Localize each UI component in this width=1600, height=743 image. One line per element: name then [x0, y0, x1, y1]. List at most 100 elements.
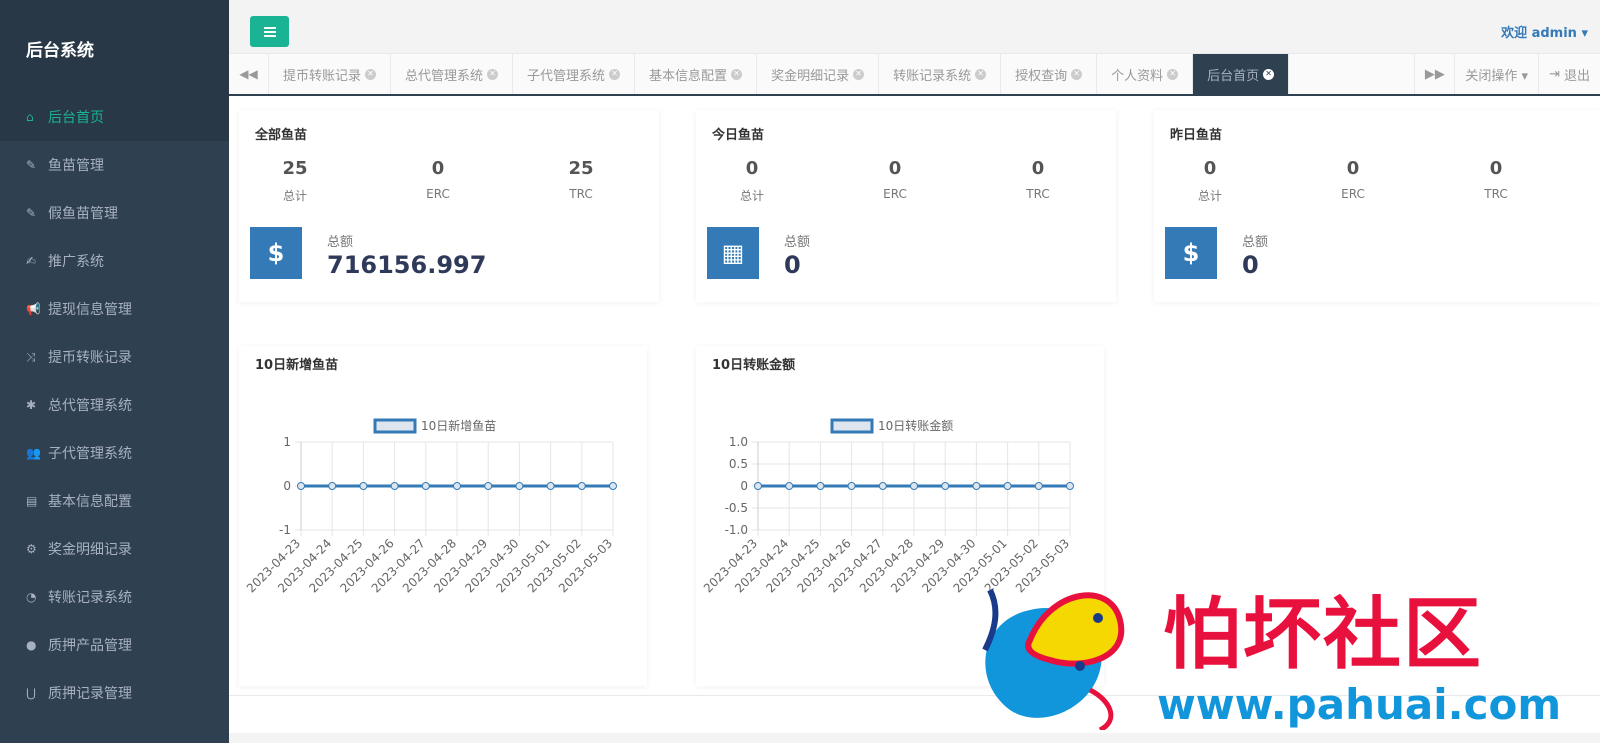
- close-icon[interactable]: ✕: [365, 68, 377, 80]
- close-icon[interactable]: ✕: [1263, 68, 1275, 80]
- watermark-url: www.pahuai.com: [1157, 680, 1562, 729]
- close-icon[interactable]: ✕: [1071, 68, 1083, 80]
- logout-button[interactable]: ⇥ 退出: [1538, 54, 1600, 94]
- line-chart-new: 10日新增鱼苗10-12023-04-232023-04-242023-04-2…: [244, 418, 617, 595]
- sidebar-item[interactable]: ◔ 转账记录系统: [0, 573, 229, 621]
- close-icon[interactable]: ✕: [487, 68, 499, 80]
- sidebar-item-label: 质押记录管理: [48, 686, 132, 702]
- sidebar-item-label: 奖金明细记录: [48, 542, 132, 558]
- users-icon: 👥: [26, 446, 41, 460]
- sidebar-item[interactable]: ✍ 推广系统: [0, 237, 229, 285]
- data-point: [1003, 482, 1012, 490]
- chart-panel-new: 10日新增鱼苗 10日新增鱼苗 1 0 -1 2023-04-23 2023-04-24 2…: [239, 346, 647, 686]
- tab[interactable]: 总代管理系统 ✕: [391, 54, 514, 94]
- tab-list: 提币转账记录 ✕ 总代管理系统 ✕ 子代管理系统 ✕ 基本信息配置 ✕ 奖金明细记录 ✕ 转账记录系…: [269, 54, 1290, 94]
- tab-scroll-right-button[interactable]: ▶▶: [1414, 54, 1454, 94]
- archive-icon: ▦: [707, 227, 759, 279]
- sidebar-item[interactable]: ⚙ 奖金明细记录: [0, 525, 229, 573]
- sidebar-item[interactable]: ✱ 总代管理系统: [0, 381, 229, 429]
- sidebar-item[interactable]: ▤ 基本信息配置: [0, 477, 229, 525]
- bullhorn-icon: 📢: [26, 302, 41, 316]
- wrench-icon: ✎: [26, 206, 37, 220]
- user-dropdown[interactable]: 欢迎 admin ▾: [1501, 22, 1588, 41]
- data-point: [609, 482, 617, 490]
- bars-icon: [263, 26, 276, 37]
- sidebar-item[interactable]: ● 质押产品管理: [0, 621, 229, 669]
- close-icon[interactable]: ✕: [609, 68, 621, 80]
- sidebar-item[interactable]: ✎ 鱼苗管理: [0, 141, 229, 189]
- data-point: [421, 482, 430, 490]
- tab-label: 个人资料: [1111, 68, 1164, 84]
- amount-label: 总额: [1242, 235, 1269, 250]
- amount-value: 0: [784, 251, 801, 279]
- y-tick-label: 1: [283, 435, 291, 449]
- legend-label: 10日新增鱼苗: [421, 418, 496, 433]
- sidebar-item[interactable]: ⌂ 后台首页: [0, 93, 229, 141]
- tab-scroll-left-button[interactable]: ◀◀: [229, 54, 269, 94]
- stat-trc: 25 TRC: [541, 158, 621, 201]
- sidebar-item-label: 后台首页: [48, 110, 104, 126]
- stat-erc: 0 ERC: [855, 158, 935, 201]
- data-point: [328, 482, 337, 490]
- tabs-bar: ◀◀ 提币转账记录 ✕ 总代管理系统 ✕ 子代管理系统 ✕ 基本信息配置 ✕ 奖金明细记录 ✕ 转账…: [229, 54, 1600, 96]
- footer-strip: [229, 733, 1600, 743]
- tab[interactable]: 奖金明细记录 ✕: [757, 54, 880, 94]
- stat-title: 昨日鱼苗: [1170, 128, 1223, 143]
- close-icon[interactable]: ✕: [853, 68, 865, 80]
- tab[interactable]: 后台首页 ✕: [1193, 54, 1290, 94]
- home-icon: ⌂: [26, 110, 34, 124]
- sidebar: 后台系统 ⌂ 后台首页 ✎ 鱼苗管理 ✎ 假鱼苗管理 ✍ 推广系统 📢 提现信息管理 ⤨ 提币转账记录…: [0, 0, 229, 743]
- legend-label: 10日转账金额: [878, 418, 953, 433]
- data-point: [546, 482, 555, 490]
- data-point: [484, 482, 493, 490]
- tab[interactable]: 授权查询 ✕: [1001, 54, 1098, 94]
- chart-title: 10日新增鱼苗: [255, 358, 339, 373]
- close-ops-dropdown[interactable]: 关闭操作 ▾: [1454, 54, 1538, 94]
- file-icon: ▤: [26, 494, 38, 508]
- stat-erc-value: 0: [1346, 158, 1360, 179]
- asterisk-icon: ✱: [26, 398, 37, 412]
- stat-panel: 昨日鱼苗 0 总计 0 ERC 0 TRC $ 总额 0: [1154, 110, 1600, 302]
- amount-label: 总额: [784, 235, 811, 250]
- tab[interactable]: 提币转账记录 ✕: [269, 54, 392, 94]
- data-point: [297, 482, 305, 490]
- tab[interactable]: 转账记录系统 ✕: [879, 54, 1002, 94]
- sidebar-item[interactable]: 📢 提现信息管理: [0, 285, 229, 333]
- stat-trc-value: 25: [568, 158, 594, 179]
- tab-label: 子代管理系统: [527, 68, 606, 84]
- stat-total-value: 0: [1203, 158, 1217, 179]
- stat-erc-value: 0: [888, 158, 902, 179]
- stat-total: 0 总计: [712, 158, 792, 204]
- y-tick-label: -0.5: [725, 501, 748, 515]
- data-point: [1066, 482, 1074, 490]
- tab[interactable]: 基本信息配置 ✕: [635, 54, 758, 94]
- sidebar-item-label: 基本信息配置: [48, 494, 132, 510]
- watermark-fish-logo-icon: [982, 588, 1125, 730]
- sidebar-item-label: 子代管理系统: [48, 446, 132, 462]
- sidebar-item[interactable]: ✎ 假鱼苗管理: [0, 189, 229, 237]
- y-tick-label: 0.5: [729, 457, 748, 471]
- stat-erc: 0 ERC: [1313, 158, 1393, 201]
- stat-trc-label: TRC: [569, 187, 593, 201]
- data-point: [390, 482, 399, 490]
- close-icon[interactable]: ✕: [731, 68, 743, 80]
- close-icon[interactable]: ✕: [975, 68, 987, 80]
- edit-icon: ✍: [26, 254, 37, 268]
- tab[interactable]: 个人资料 ✕: [1097, 54, 1194, 94]
- y-tick-label: 0: [283, 479, 291, 493]
- stat-panel: 今日鱼苗 0 总计 0 ERC 0 TRC ▦ 总额 0: [696, 110, 1116, 302]
- data-point: [453, 482, 461, 490]
- sidebar-item[interactable]: ⋃ 质押记录管理: [0, 669, 229, 717]
- data-point: [972, 482, 981, 490]
- stat-total-value: 25: [282, 158, 308, 179]
- tab[interactable]: 子代管理系统 ✕: [513, 54, 636, 94]
- sidebar-item[interactable]: ⤨ 提币转账记录: [0, 333, 229, 381]
- amount-value: 716156.997: [327, 251, 487, 279]
- close-icon[interactable]: ✕: [1167, 68, 1179, 80]
- data-point: [359, 482, 368, 490]
- sidebar-item[interactable]: 👥 子代管理系统: [0, 429, 229, 477]
- data-point: [754, 482, 762, 490]
- stat-total-value: 0: [745, 158, 759, 179]
- menu-toggle-button[interactable]: [250, 16, 289, 47]
- data-point: [816, 482, 825, 490]
